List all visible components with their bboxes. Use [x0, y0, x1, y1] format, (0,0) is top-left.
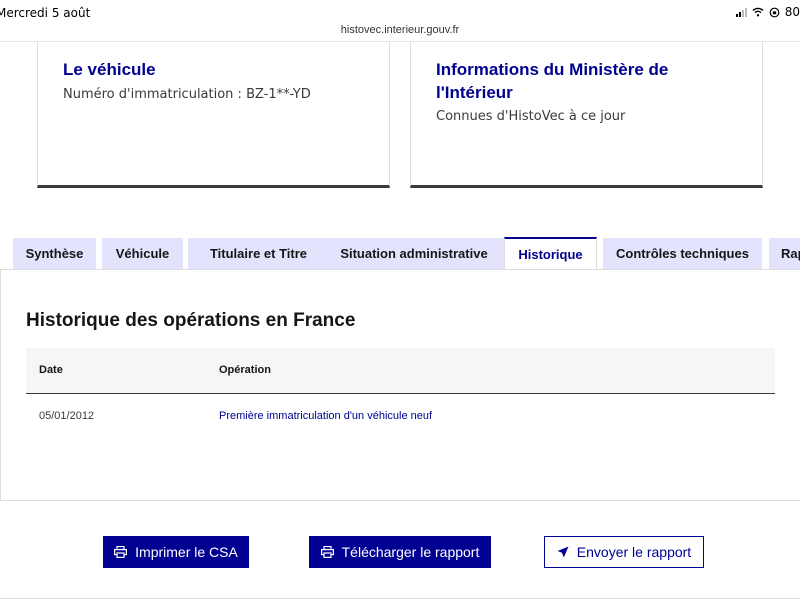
- column-date: Date: [39, 364, 63, 376]
- tab-titulaire-titre[interactable]: Titulaire et Titre: [188, 238, 329, 269]
- cellular-signal-icon: [735, 7, 747, 17]
- send-button-label: Envoyer le rapport: [576, 544, 692, 560]
- tab-situation-administrative[interactable]: Situation administrative: [321, 238, 507, 269]
- ministry-card-subtitle: Connues d'HistoVec à ce jour: [436, 109, 626, 124]
- footer-divider: [0, 598, 800, 599]
- tab-rapport[interactable]: Rap: [769, 238, 800, 269]
- history-title: Historique des opérations en France: [26, 310, 356, 331]
- tab-label: Titulaire et Titre: [209, 246, 308, 261]
- history-panel: Historique des opérations en France Date…: [0, 269, 800, 501]
- history-table: Date Opération 05/01/2012 Première immat…: [26, 348, 775, 440]
- send-arrow-icon: [557, 546, 569, 558]
- tab-synthese[interactable]: Synthèse: [13, 238, 96, 269]
- status-date: Mercredi 5 août: [0, 6, 91, 20]
- battery-level: 80: [784, 5, 800, 19]
- tab-label: Synthèse: [25, 246, 84, 261]
- orientation-lock-icon: [769, 7, 780, 17]
- column-operation: Opération: [219, 364, 271, 376]
- tab-label: Historique: [518, 247, 583, 262]
- operation-date: 05/01/2012: [39, 410, 95, 422]
- address-bar[interactable]: histovec.interieur.gouv.fr: [0, 24, 800, 36]
- download-report-button[interactable]: Télécharger le rapport: [309, 536, 491, 568]
- ministry-card: Informations du Ministère de l'Intérieur…: [410, 42, 763, 188]
- report-tabs: Synthèse Véhicule Titulaire et Titre Sit…: [13, 237, 800, 270]
- status-indicators: 80: [735, 5, 800, 19]
- print-button-label: Imprimer le CSA: [135, 544, 238, 560]
- operation-description: Première immatriculation d'un véhicule n…: [219, 410, 433, 422]
- printer-icon: [320, 546, 334, 558]
- printer-icon: [114, 546, 128, 558]
- wifi-icon: [752, 7, 764, 17]
- registration-number: Numéro d'immatriculation : BZ-1**-YD: [63, 87, 311, 102]
- tab-historique[interactable]: Historique: [504, 237, 597, 270]
- tab-vehicule[interactable]: Véhicule: [102, 238, 183, 269]
- tab-label: Véhicule: [115, 246, 170, 261]
- tab-controles-techniques[interactable]: Contrôles techniques: [603, 238, 762, 269]
- send-report-button[interactable]: Envoyer le rapport: [544, 536, 704, 568]
- url-text: histovec.interieur.gouv.fr: [340, 24, 460, 36]
- print-csa-button[interactable]: Imprimer le CSA: [103, 536, 249, 568]
- tab-label: Contrôles techniques: [616, 246, 749, 261]
- table-header: Date Opération: [26, 348, 775, 394]
- vehicle-card: Le véhicule Numéro d'immatriculation : B…: [37, 42, 390, 188]
- vehicle-card-title: Le véhicule: [63, 60, 156, 79]
- table-row: 05/01/2012 Première immatriculation d'un…: [26, 394, 775, 440]
- download-button-label: Télécharger le rapport: [341, 544, 480, 560]
- ministry-card-title: Informations du Ministère de l'Intérieur: [436, 60, 669, 102]
- tab-label: Rap: [781, 246, 800, 261]
- tab-label: Situation administrative: [340, 246, 488, 261]
- status-bar: Mercredi 5 août 80: [0, 0, 800, 22]
